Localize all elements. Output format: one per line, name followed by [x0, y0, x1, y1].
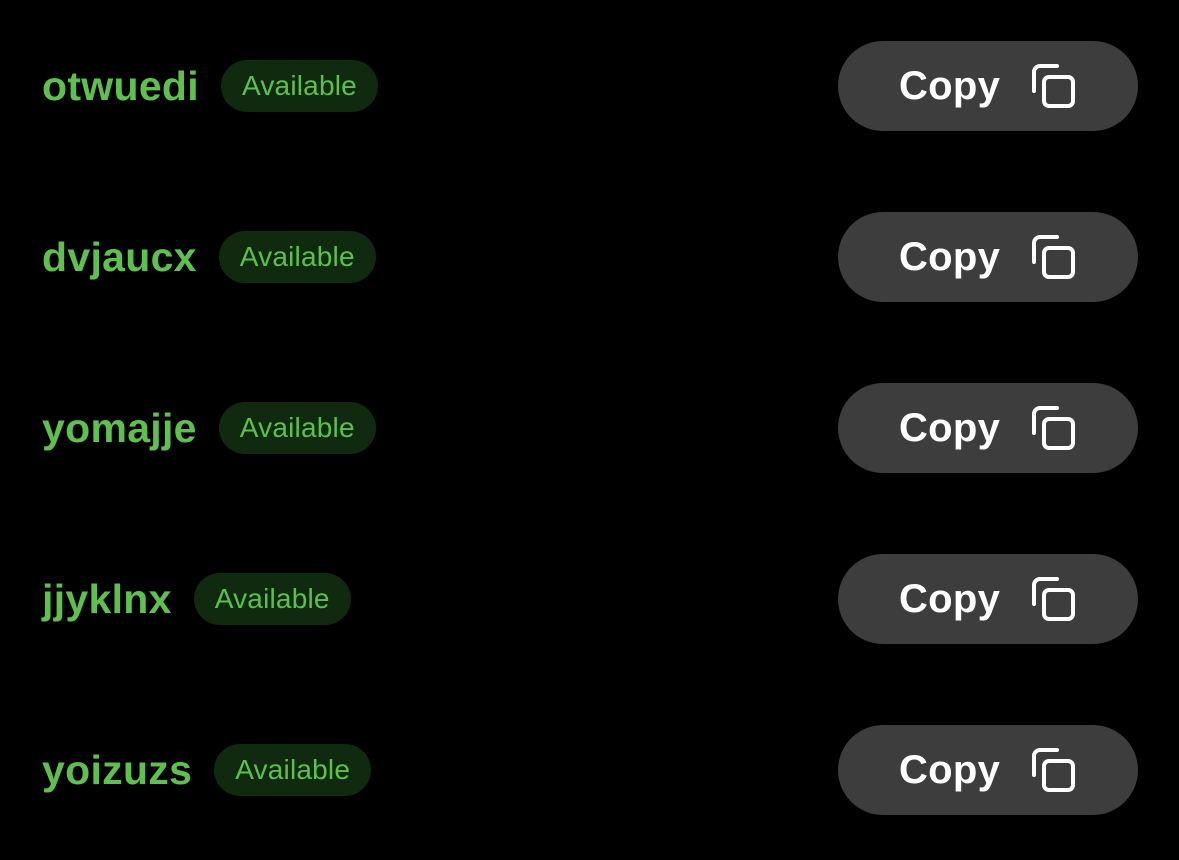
copy-button[interactable]: Copy — [838, 554, 1138, 644]
copy-button-label: Copy — [899, 63, 1001, 108]
list-item: yomajje Available Copy — [0, 383, 1179, 473]
copy-button[interactable]: Copy — [838, 383, 1138, 473]
copy-icon — [1030, 576, 1076, 622]
copy-icon — [1030, 747, 1076, 793]
username: jjyklnx — [42, 575, 172, 622]
copy-icon — [1030, 405, 1076, 451]
list-item: yoizuzs Available Copy — [0, 725, 1179, 815]
username-list: otwuedi Available Copy dvjaucx Available… — [0, 0, 1179, 860]
username: yoizuzs — [42, 746, 193, 793]
copy-button-label: Copy — [899, 234, 1001, 279]
copy-button[interactable]: Copy — [838, 725, 1138, 815]
status-badge: Available — [220, 60, 378, 112]
list-item: otwuedi Available Copy — [0, 41, 1179, 131]
copy-button-label: Copy — [899, 576, 1001, 621]
status-badge: Available — [214, 744, 372, 796]
copy-button-label: Copy — [899, 747, 1001, 792]
status-badge: Available — [193, 573, 351, 625]
username: dvjaucx — [42, 233, 197, 280]
status-badge: Available — [218, 231, 376, 283]
username: otwuedi — [42, 62, 199, 109]
copy-button[interactable]: Copy — [838, 41, 1138, 131]
copy-button-label: Copy — [899, 405, 1001, 450]
copy-icon — [1030, 234, 1076, 280]
username: yomajje — [42, 404, 197, 451]
copy-button[interactable]: Copy — [838, 212, 1138, 302]
list-item: jjyklnx Available Copy — [0, 554, 1179, 644]
copy-icon — [1030, 63, 1076, 109]
status-badge: Available — [218, 402, 376, 454]
list-item: dvjaucx Available Copy — [0, 212, 1179, 302]
